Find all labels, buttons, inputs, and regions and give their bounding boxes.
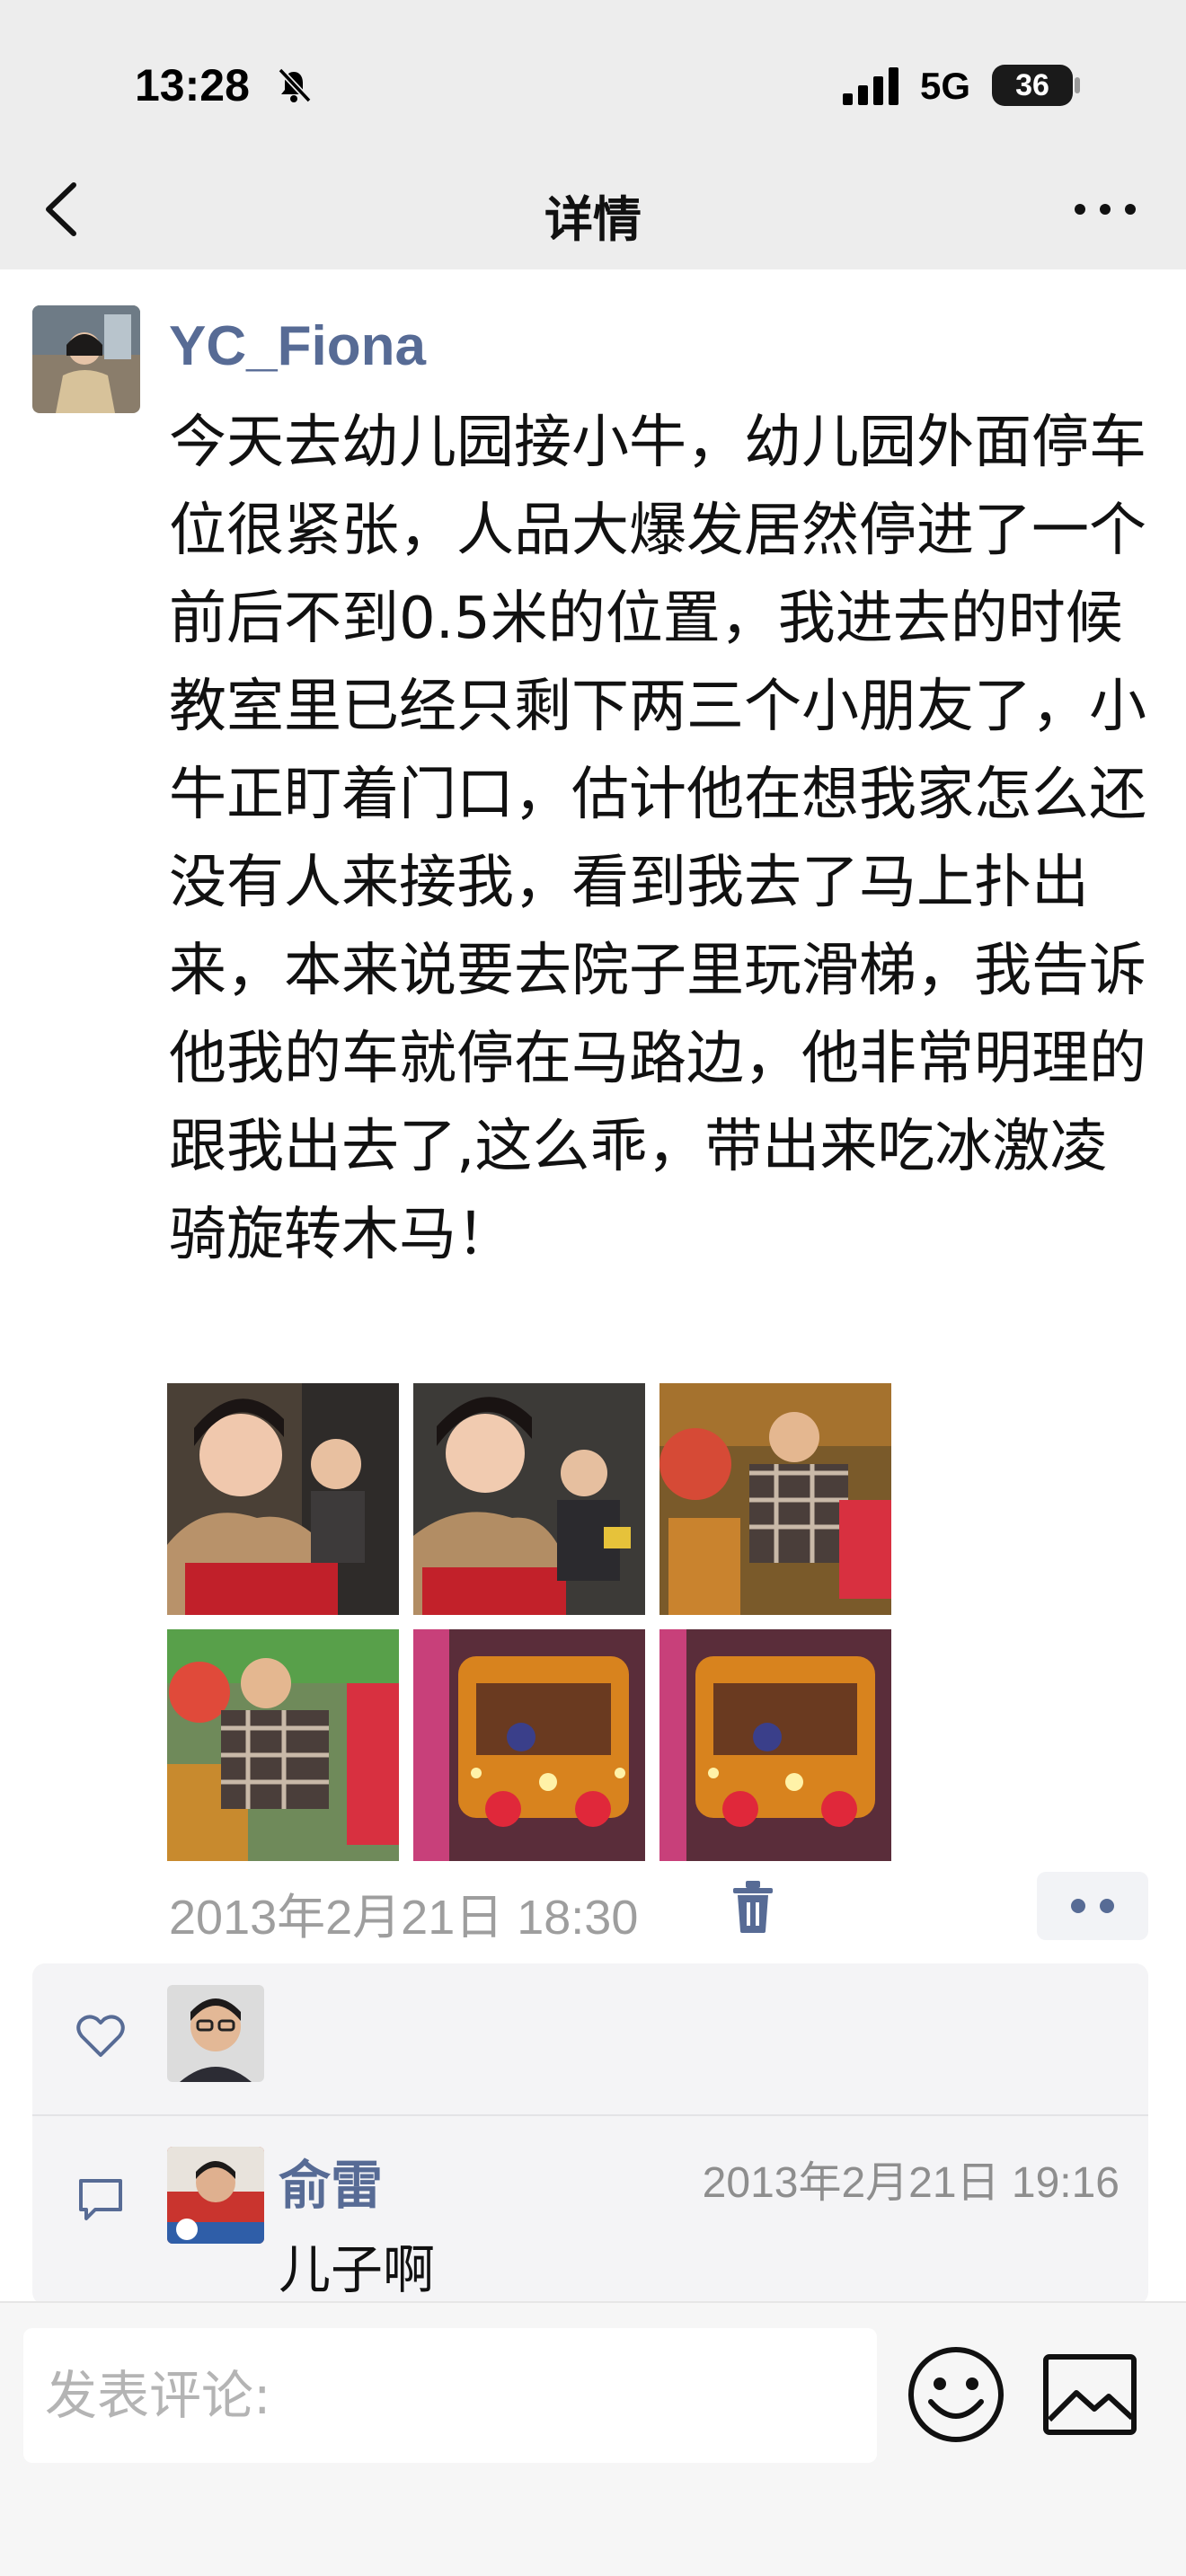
commenter-avatar[interactable] (167, 2147, 264, 2244)
comment-text: 儿子啊 (279, 2239, 436, 2300)
bell-off-icon (278, 67, 312, 103)
page-title: 详情 (544, 191, 642, 248)
comment-timestamp: 2013年2月21日 19:16 (702, 2159, 1120, 2207)
comment-composer (0, 2301, 1186, 2576)
photo-thumbnail[interactable] (659, 1629, 891, 1861)
comment-input[interactable] (23, 2328, 877, 2463)
status-time: 13:28 (135, 60, 250, 110)
image-icon[interactable] (1042, 2353, 1137, 2436)
interactions-panel: 俞雷 2013年2月21日 19:16 儿子啊 (32, 1963, 1148, 2305)
comment-icon (79, 2179, 122, 2220)
battery-icon: 36 (992, 65, 1073, 106)
commenter-name[interactable]: 俞雷 (279, 2143, 383, 2219)
photo-thumbnail[interactable] (413, 1383, 645, 1615)
battery-tip (1075, 77, 1080, 93)
divider (32, 2114, 1148, 2116)
emoji-icon[interactable] (906, 2344, 1006, 2445)
post-timestamp: 2013年2月21日 18:30 (169, 1891, 639, 1945)
trash-icon[interactable] (730, 1879, 776, 1935)
heart-icon (76, 2015, 125, 2057)
signal-icon (843, 67, 898, 105)
more-options-button[interactable] (1069, 196, 1141, 223)
top-bar: 13:28 5G 36 详情 (0, 0, 1186, 269)
author-name[interactable]: YC_Fiona (169, 314, 426, 378)
more-dots-icon[interactable] (1037, 1872, 1148, 1940)
post-text: 今天去幼儿园接小牛，幼儿园外面停车位很紧张，人品大爆发居然停进了一个前后不到0.… (169, 410, 1146, 1268)
network-type: 5G (920, 65, 971, 107)
photo-grid (167, 1383, 891, 1861)
photo-thumbnail[interactable] (167, 1629, 399, 1861)
photo-thumbnail[interactable] (413, 1629, 645, 1861)
photo-thumbnail[interactable] (659, 1383, 891, 1615)
photo-thumbnail[interactable] (167, 1383, 399, 1615)
liker-avatar[interactable] (167, 1985, 264, 2082)
author-avatar[interactable] (32, 305, 140, 413)
